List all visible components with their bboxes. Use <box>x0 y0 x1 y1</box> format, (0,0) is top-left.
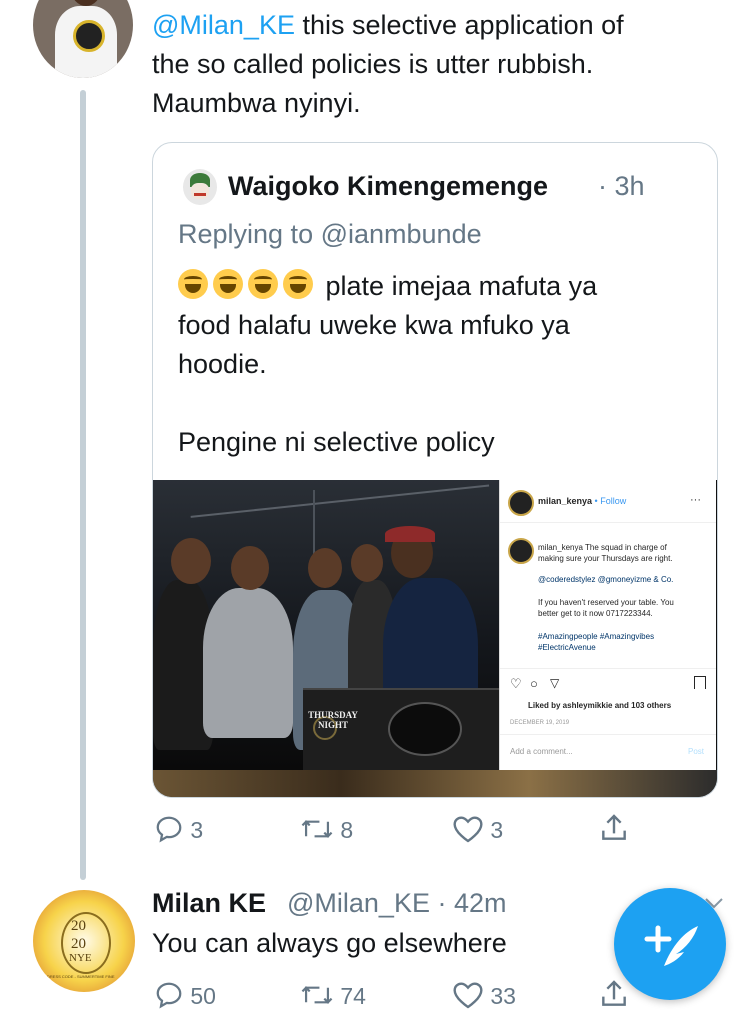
tweet-line: Maumbwa nyinyi. <box>152 88 361 118</box>
reply-button[interactable]: 50 <box>154 980 216 1010</box>
tears-of-joy-emoji-icon <box>283 269 313 299</box>
tweet-line: this selective application of <box>294 10 624 40</box>
ig-avatar <box>508 538 534 564</box>
reply-author-avatar[interactable]: 20 20 NYE DRESS CODE - SUMMERTIME FINE <box>33 890 135 992</box>
ig-avatar <box>508 490 534 516</box>
ig-caption: making sure your Thursdays are right. <box>538 554 673 563</box>
reply-button[interactable]: 3 <box>154 814 203 844</box>
share-icon <box>602 814 626 840</box>
retweet-button[interactable]: 74 <box>300 980 366 1010</box>
mention-link[interactable]: @Milan_KE <box>152 10 295 40</box>
replying-to: Replying to @ianmbunde <box>178 219 482 250</box>
ig-more-icon: ··· <box>690 494 701 506</box>
quoted-tweet-card[interactable]: Waigoko Kimengemenge · 3h Replying to @i… <box>152 142 718 798</box>
avatar-text: DRESS CODE - SUMMERTIME FINE <box>47 974 115 979</box>
like-button[interactable]: 3 <box>452 814 503 844</box>
ig-follow: • Follow <box>594 496 627 506</box>
quoted-author-avatar <box>183 169 217 205</box>
quoted-line: Pengine ni selective policy <box>178 427 495 457</box>
compose-tweet-icon <box>644 925 698 966</box>
ig-caption: milan_kenya The squad in charge of <box>538 543 667 552</box>
like-count: 33 <box>490 983 516 1009</box>
heart-icon <box>453 982 483 1009</box>
ig-heart-icon: ♡ <box>510 676 522 691</box>
replying-to-handle: @ianmbunde <box>320 219 482 249</box>
instagram-post-screenshot: milan_kenya • Follow ··· milan_kenya The… <box>499 480 716 770</box>
reply-icon <box>156 982 182 1009</box>
quoted-tweet-text: plate imejaa mafuta ya food halafu uweke… <box>178 267 698 462</box>
retweet-count: 8 <box>340 817 354 843</box>
ig-comment-input: Add a comment... <box>510 747 573 756</box>
replying-to-label: Replying to <box>178 219 321 249</box>
like-count: 3 <box>490 817 504 843</box>
thread-line <box>80 90 86 880</box>
ig-likes: Liked by ashleymikkie and 103 others <box>528 701 672 710</box>
avatar-text: 20 <box>71 936 86 952</box>
tears-of-joy-emoji-icon <box>178 269 208 299</box>
retweet-count: 74 <box>340 983 366 1009</box>
reply-text: You can always go elsewhere <box>152 928 507 958</box>
ig-share-icon: ▽ <box>550 676 560 690</box>
ig-caption: better get to it now 0717223344. <box>538 609 653 618</box>
photo-person <box>203 588 293 738</box>
tears-of-joy-emoji-icon <box>213 269 243 299</box>
compose-tweet-button[interactable] <box>614 888 726 1000</box>
ig-caption: #Amazingpeople #Amazingvibes <box>538 632 655 641</box>
retweet-icon <box>301 820 333 838</box>
quoted-line: hoodie. <box>178 349 267 379</box>
avatar-text: 20 <box>71 918 86 934</box>
reply-author-name[interactable]: Milan KE <box>152 888 266 919</box>
quoted-timestamp: · 3h <box>598 171 645 201</box>
author-avatar[interactable] <box>33 0 133 78</box>
reply-count: 3 <box>190 817 204 843</box>
quoted-line: plate imejaa mafuta ya <box>325 271 598 301</box>
reply-author-handle: @Milan_KE · 42m <box>287 888 507 918</box>
ig-caption: #ElectricAvenue <box>538 643 596 652</box>
like-button[interactable]: 33 <box>452 980 516 1010</box>
quoted-author-name[interactable]: Waigoko Kimengemenge <box>228 171 548 202</box>
reply-icon <box>156 816 182 843</box>
photo-caption: THURSDAY NIGHT <box>308 710 358 730</box>
retweet-icon <box>301 986 333 1004</box>
ig-username: milan_kenya <box>538 496 593 506</box>
avatar-text: NYE <box>69 952 92 964</box>
reply-count: 50 <box>190 983 216 1009</box>
ig-post-button: Post <box>688 747 705 756</box>
heart-icon <box>453 816 483 843</box>
ig-comment-icon: ○ <box>530 676 538 691</box>
ig-caption: @coderedstylez @gmoneyizme & Co. <box>538 575 674 584</box>
ig-date: DECEMBER 19, 2019 <box>510 720 570 726</box>
tweet-text: @Milan_KE this selective application of … <box>152 6 624 123</box>
quoted-tweet-image[interactable]: THURSDAY NIGHT milan_kenya • Follow ··· … <box>153 480 717 797</box>
tears-of-joy-emoji-icon <box>248 269 278 299</box>
share-button[interactable] <box>598 812 630 850</box>
retweet-button[interactable]: 8 <box>300 814 353 844</box>
ig-caption: If you haven't reserved your table. You <box>538 598 674 607</box>
tweet-line: the so called policies is utter rubbish. <box>152 49 594 79</box>
quoted-line: food halafu uweke kwa mfuko ya <box>178 310 570 340</box>
ig-bookmark-icon <box>694 676 706 689</box>
